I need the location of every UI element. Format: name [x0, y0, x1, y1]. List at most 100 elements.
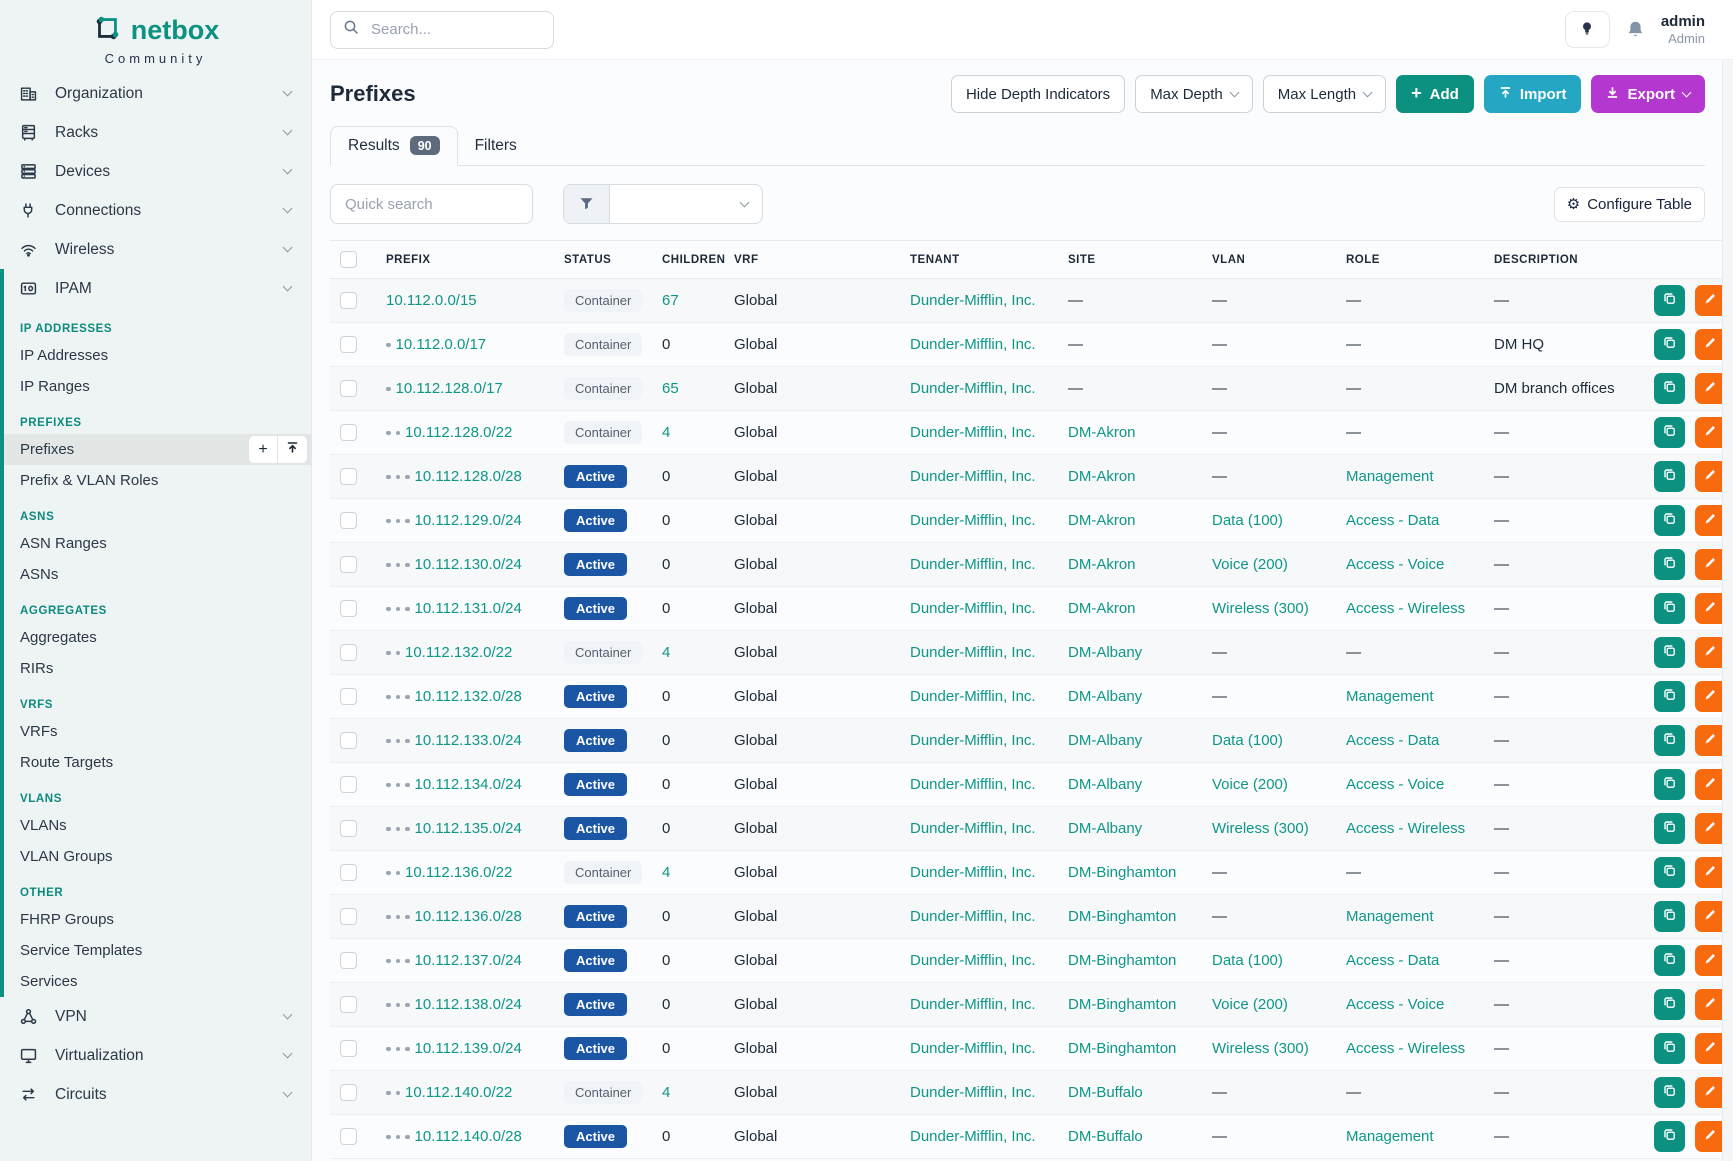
- clone-button[interactable]: [1654, 681, 1685, 712]
- site-link[interactable]: DM-Akron: [1068, 556, 1136, 573]
- theme-toggle-button[interactable]: [1565, 11, 1610, 48]
- tenant-link[interactable]: Dunder-Mifflin, Inc.: [910, 864, 1036, 881]
- prefix-link[interactable]: 10.112.128.0/17: [396, 380, 503, 397]
- sidebar-item-vlan-groups[interactable]: VLAN Groups: [4, 841, 311, 872]
- row-checkbox[interactable]: [340, 996, 357, 1013]
- site-link[interactable]: DM-Binghamton: [1068, 908, 1176, 925]
- column-header-tenant[interactable]: TENANT: [900, 241, 1058, 279]
- import-button[interactable]: Import: [1484, 75, 1582, 113]
- role-link[interactable]: Access - Voice: [1346, 556, 1444, 573]
- role-link[interactable]: Access - Voice: [1346, 776, 1444, 793]
- sidebar-item-service-templates[interactable]: Service Templates: [4, 935, 311, 966]
- prefix-link[interactable]: 10.112.132.0/28: [415, 688, 522, 705]
- tenant-link[interactable]: Dunder-Mifflin, Inc.: [910, 820, 1036, 837]
- column-header-children[interactable]: CHILDREN: [652, 241, 724, 279]
- notifications-bell-icon[interactable]: [1626, 20, 1645, 40]
- tenant-link[interactable]: Dunder-Mifflin, Inc.: [910, 776, 1036, 793]
- sidebar-item-prefix-vlan-roles[interactable]: Prefix & VLAN Roles: [4, 465, 311, 496]
- scrollbar-track[interactable]: [1722, 60, 1733, 1161]
- role-link[interactable]: Access - Wireless: [1346, 820, 1465, 837]
- user-menu[interactable]: admin Admin: [1661, 13, 1705, 47]
- row-checkbox[interactable]: [340, 908, 357, 925]
- row-checkbox[interactable]: [340, 644, 357, 661]
- sidebar-item-ipam[interactable]: IPAM: [4, 269, 311, 308]
- sidebar-item-services[interactable]: Services: [4, 966, 311, 997]
- site-link[interactable]: DM-Albany: [1068, 732, 1142, 749]
- row-checkbox[interactable]: [340, 424, 357, 441]
- tenant-link[interactable]: Dunder-Mifflin, Inc.: [910, 292, 1036, 309]
- site-link[interactable]: DM-Binghamton: [1068, 996, 1176, 1013]
- role-link[interactable]: Management: [1346, 468, 1434, 485]
- site-link[interactable]: DM-Binghamton: [1068, 952, 1176, 969]
- sidebar-item-prefixes[interactable]: Prefixes +: [4, 434, 311, 465]
- prefix-link[interactable]: 10.112.128.0/28: [415, 468, 522, 485]
- site-link[interactable]: DM-Buffalo: [1068, 1084, 1143, 1101]
- max-length-dropdown[interactable]: Max Length: [1263, 75, 1386, 113]
- sidebar-item-rirs[interactable]: RIRs: [4, 653, 311, 684]
- clone-button[interactable]: [1654, 725, 1685, 756]
- row-checkbox[interactable]: [340, 864, 357, 881]
- prefix-link[interactable]: 10.112.139.0/24: [415, 1040, 522, 1057]
- clone-button[interactable]: [1654, 285, 1685, 316]
- tenant-link[interactable]: Dunder-Mifflin, Inc.: [910, 908, 1036, 925]
- column-header-vrf[interactable]: VRF: [724, 241, 900, 279]
- global-search[interactable]: [330, 11, 554, 49]
- column-header-site[interactable]: SITE: [1058, 241, 1202, 279]
- prefix-link[interactable]: 10.112.129.0/24: [415, 512, 522, 529]
- prefix-link[interactable]: 10.112.140.0/22: [405, 1084, 512, 1101]
- row-checkbox[interactable]: [340, 380, 357, 397]
- site-link[interactable]: DM-Binghamton: [1068, 1040, 1176, 1057]
- vlan-link[interactable]: Data (100): [1212, 732, 1283, 749]
- site-link[interactable]: DM-Akron: [1068, 600, 1136, 617]
- role-link[interactable]: Access - Wireless: [1346, 1040, 1465, 1057]
- sidebar-item-route-targets[interactable]: Route Targets: [4, 747, 311, 778]
- children-count-link[interactable]: 4: [662, 644, 670, 661]
- tenant-link[interactable]: Dunder-Mifflin, Inc.: [910, 732, 1036, 749]
- add-prefix-mini-button[interactable]: +: [248, 435, 278, 464]
- column-header-description[interactable]: DESCRIPTION: [1484, 241, 1634, 279]
- site-link[interactable]: DM-Albany: [1068, 820, 1142, 837]
- add-button[interactable]: + Add: [1396, 75, 1474, 113]
- vlan-link[interactable]: Wireless (300): [1212, 600, 1309, 617]
- vlan-link[interactable]: Voice (200): [1212, 996, 1288, 1013]
- tab-results[interactable]: Results 90: [330, 126, 458, 166]
- tenant-link[interactable]: Dunder-Mifflin, Inc.: [910, 600, 1036, 617]
- clone-button[interactable]: [1654, 373, 1685, 404]
- tenant-link[interactable]: Dunder-Mifflin, Inc.: [910, 952, 1036, 969]
- clone-button[interactable]: [1654, 329, 1685, 360]
- vlan-link[interactable]: Wireless (300): [1212, 820, 1309, 837]
- select-all-checkbox[interactable]: [340, 251, 357, 268]
- role-link[interactable]: Management: [1346, 688, 1434, 705]
- prefix-link[interactable]: 10.112.0.0/17: [396, 336, 487, 353]
- column-header-role[interactable]: ROLE: [1336, 241, 1484, 279]
- site-link[interactable]: DM-Akron: [1068, 424, 1136, 441]
- vlan-link[interactable]: Voice (200): [1212, 776, 1288, 793]
- row-checkbox[interactable]: [340, 1040, 357, 1057]
- sidebar-item-wireless[interactable]: Wireless: [0, 230, 311, 269]
- role-link[interactable]: Access - Voice: [1346, 996, 1444, 1013]
- tenant-link[interactable]: Dunder-Mifflin, Inc.: [910, 1084, 1036, 1101]
- site-link[interactable]: DM-Akron: [1068, 512, 1136, 529]
- prefix-link[interactable]: 10.112.0.0/15: [386, 292, 477, 309]
- vlan-link[interactable]: Data (100): [1212, 952, 1283, 969]
- prefix-link[interactable]: 10.112.132.0/22: [405, 644, 512, 661]
- tenant-link[interactable]: Dunder-Mifflin, Inc.: [910, 1040, 1036, 1057]
- clone-button[interactable]: [1654, 549, 1685, 580]
- vlan-link[interactable]: Voice (200): [1212, 556, 1288, 573]
- saved-filter-select[interactable]: [563, 184, 763, 224]
- export-button[interactable]: Export: [1591, 75, 1705, 113]
- configure-table-button[interactable]: ⚙ Configure Table: [1554, 187, 1705, 222]
- prefix-link[interactable]: 10.112.133.0/24: [415, 732, 522, 749]
- clone-button[interactable]: [1654, 417, 1685, 448]
- clone-button[interactable]: [1654, 505, 1685, 536]
- row-checkbox[interactable]: [340, 776, 357, 793]
- row-checkbox[interactable]: [340, 336, 357, 353]
- row-checkbox[interactable]: [340, 292, 357, 309]
- prefix-link[interactable]: 10.112.140.0/28: [415, 1128, 522, 1145]
- clone-button[interactable]: [1654, 989, 1685, 1020]
- role-link[interactable]: Access - Wireless: [1346, 600, 1465, 617]
- sidebar-item-ip-ranges[interactable]: IP Ranges: [4, 371, 311, 402]
- clone-button[interactable]: [1654, 901, 1685, 932]
- role-link[interactable]: Management: [1346, 908, 1434, 925]
- site-link[interactable]: DM-Buffalo: [1068, 1128, 1143, 1145]
